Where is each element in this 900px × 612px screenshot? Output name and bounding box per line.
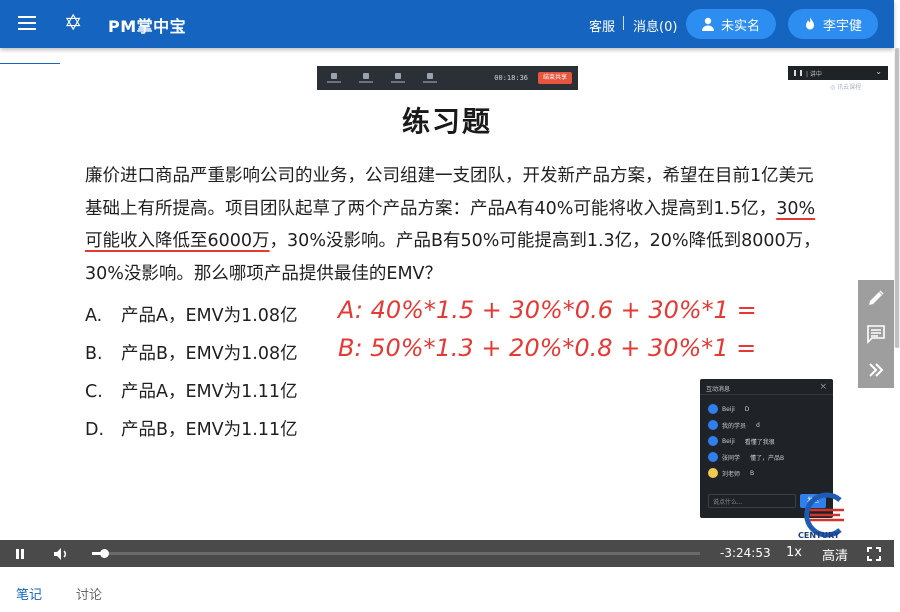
svg-text:A: 40%*1.5 + 30%*0.6 + 30%*1 =: A: 40%*1.5 + 30%*0.6 + 30%*1 = ? (336, 296, 756, 324)
star-of-david-icon: ✡ (64, 11, 83, 36)
flame-icon (806, 17, 814, 30)
viewer-indicator: | 讲中 ⌄ (788, 66, 888, 80)
close-icon: × (819, 382, 827, 392)
question-text: 廉价进口商品严重影响公司的业务，公司组建一支团队，开发新产品方案，希望在目前1亿… (85, 160, 830, 290)
chat-input: 说点什么... (708, 494, 796, 508)
video-player[interactable]: 00:18:36 结束共享 | 讲中 ⌄ ◎ 讯云课程 练习题 廉价进口商品严重影… (0, 64, 894, 540)
share-icon (387, 71, 409, 85)
pause-icon[interactable] (10, 544, 30, 564)
chat-message: Beiji 看懂了我很 (700, 433, 833, 449)
camera-icon (355, 71, 377, 85)
messages-link[interactable]: 消息(0) (633, 16, 677, 35)
mic-icon (323, 71, 345, 85)
user-profile-button[interactable]: 李宇健 (788, 9, 878, 39)
end-share-button: 结束共享 (538, 72, 572, 84)
progress-knob[interactable] (100, 549, 110, 558)
tab-notes[interactable]: 笔记 (16, 584, 42, 603)
user-name: 李宇健 (823, 18, 863, 34)
option-c: C. 产品A，EMV为1.11亿 (85, 382, 298, 402)
divider (623, 16, 624, 30)
user-icon (702, 17, 714, 31)
option-a: A. 产品A，EMV为1.08亿 (85, 306, 298, 326)
playback-rate-button[interactable]: 1x (786, 545, 802, 560)
svg-text:CENTURY: CENTURY (798, 531, 840, 540)
slide-title: 练习题 (401, 105, 492, 138)
top-app-bar: ✡ PM掌中宝 客服 消息(0) 未实名 李宇健 (0, 0, 894, 48)
hamburger-menu-icon[interactable] (14, 12, 42, 36)
chat-title: 互动消息 (706, 386, 731, 393)
verify-label: 未实名 (721, 18, 761, 34)
svg-text:B: 50%*1.3 + 20%*0.8 + 30%*1 =: B: 50%*1.3 + 20%*0.8 + 30%*1 = (338, 334, 756, 362)
meeting-timer: 00:18:36 (494, 74, 528, 82)
time-remaining: -3:24:53 (720, 546, 771, 560)
app-title: PM掌中宝 (108, 17, 187, 36)
customer-service-link[interactable]: 客服 (589, 16, 615, 35)
fullscreen-icon[interactable] (864, 544, 884, 564)
chat-message: Beiji D (700, 401, 833, 417)
chat-message: 刘老师 B (700, 465, 833, 481)
chat-message: 我的学员 d (700, 417, 833, 433)
progress-bar[interactable] (92, 549, 700, 558)
chat-header: 互动消息 × (700, 379, 833, 395)
meeting-toolbar: 00:18:36 结束共享 (317, 66, 578, 90)
question-part-1: 廉价进口商品严重影响公司的业务，公司组建一支团队，开发新产品方案，希望在目前1亿… (85, 166, 814, 219)
comment-icon[interactable] (858, 316, 894, 352)
volume-icon[interactable] (50, 544, 72, 564)
century-watermark-logo: CENTURY (798, 492, 844, 540)
side-toolbar (858, 280, 894, 388)
tab-discussion[interactable]: 讨论 (76, 584, 102, 603)
option-d: D. 产品B，EMV为1.11亿 (85, 420, 298, 440)
mute-all-icon (419, 71, 441, 85)
quality-button[interactable]: 高清 (822, 545, 848, 564)
option-b: B. 产品B，EMV为1.08亿 (85, 344, 298, 364)
player-controls: -3:24:53 1x 高清 (0, 540, 894, 567)
double-chevron-right-icon[interactable] (858, 352, 894, 388)
slide-logo: ◎ 讯云课程 (830, 84, 862, 91)
handwritten-annotation: A: 40%*1.5 + 30%*0.6 + 30%*1 = ? B: 50%*… (336, 296, 756, 362)
page-scrollbar[interactable] (894, 48, 900, 348)
pencil-icon[interactable] (858, 280, 894, 316)
verify-identity-button[interactable]: 未实名 (686, 9, 776, 39)
chat-message: 张同学 懂了，产品B (700, 449, 833, 465)
bottom-tabs: 笔记 讨论 (0, 580, 894, 612)
